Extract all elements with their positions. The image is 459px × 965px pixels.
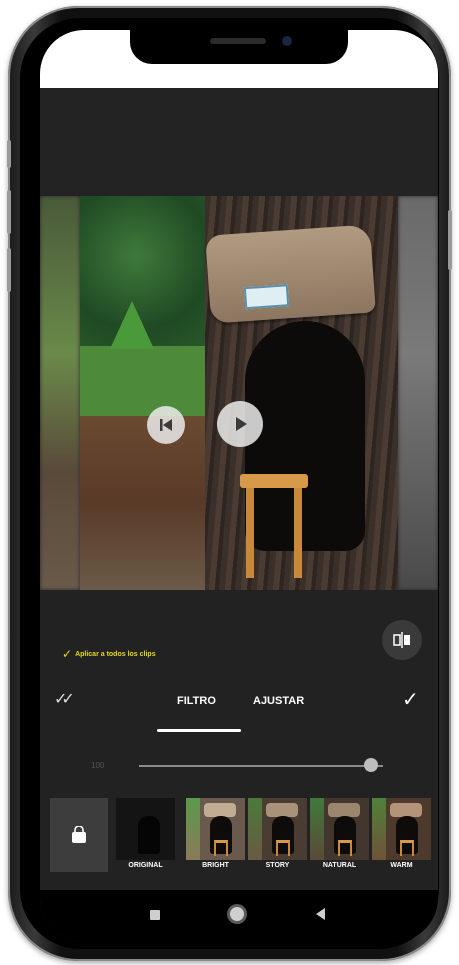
filter-original[interactable]: ORIGINAL: [116, 798, 175, 872]
compare-button[interactable]: [382, 620, 422, 660]
frame-lawn: [80, 346, 220, 416]
filter-label: STORY: [265, 862, 290, 869]
filter-thumbnail: [310, 798, 369, 860]
video-frame: [80, 196, 398, 590]
filter-warm[interactable]: WARM: [372, 798, 431, 872]
done-check-icon[interactable]: ✓: [402, 687, 419, 712]
shopping-bag-icon: [72, 826, 86, 843]
phone-side-button: [7, 140, 11, 168]
skip-previous-icon: [160, 419, 172, 431]
slider-value-label: 100: [91, 761, 105, 770]
filter-story[interactable]: STORY: [248, 798, 307, 872]
notch: [130, 30, 348, 64]
preview-blur-left: [40, 196, 80, 590]
phone-volume-up: [7, 190, 11, 234]
frame-stool: [240, 474, 308, 488]
filter-bright[interactable]: BRIGHT: [186, 798, 245, 872]
front-camera: [282, 36, 292, 46]
phone-power-button: [448, 210, 452, 270]
filter-intensity-slider[interactable]: 100: [40, 756, 438, 776]
tab-adjust[interactable]: AJUSTAR: [253, 695, 304, 707]
double-check-icon[interactable]: ✓✓: [54, 689, 75, 709]
compare-split-icon: [393, 632, 410, 648]
slider-track[interactable]: [139, 765, 383, 767]
apply-to-all-label: Aplicar a todos los clips: [75, 650, 156, 658]
phone-screen: ✓ Aplicar a todos los clips ✓✓ FILTRO AJ…: [40, 30, 438, 942]
home-icon[interactable]: [230, 907, 244, 921]
tab-filter[interactable]: FILTRO: [177, 695, 216, 707]
skip-previous-button[interactable]: [147, 406, 185, 444]
filter-label: NATURAL: [322, 862, 357, 869]
check-icon: ✓: [62, 647, 73, 661]
active-tab-indicator: [157, 729, 241, 732]
top-area: [40, 88, 438, 196]
filter-label: WARM: [390, 862, 413, 869]
frame-hut: [110, 301, 154, 349]
frame-ground: [80, 416, 220, 590]
filter-natural[interactable]: NATURAL: [310, 798, 369, 872]
phone-volume-down: [7, 248, 11, 292]
filter-label: ORIGINAL: [128, 862, 163, 869]
android-nav-bar: [40, 890, 438, 942]
video-preview[interactable]: [40, 196, 438, 590]
recents-icon[interactable]: [150, 910, 160, 920]
filter-label: BRIGHT: [202, 862, 229, 869]
frame-stool-leg: [246, 488, 254, 578]
filter-thumbnail: [248, 798, 307, 860]
frame-sign-tag: [243, 284, 290, 310]
back-icon[interactable]: [316, 908, 325, 920]
frame-stool-leg: [294, 488, 302, 578]
filter-strip: ORIGINAL BRIGHT STORY NATURAL WARM: [40, 796, 438, 874]
filter-store-button[interactable]: [50, 798, 108, 872]
filter-thumbnail: [186, 798, 245, 860]
play-icon: [236, 417, 247, 431]
filter-thumbnail: [116, 798, 175, 860]
preview-blur-right: [398, 196, 438, 590]
frame-tree-hole: [245, 321, 365, 551]
frame-wooden-sign: [205, 224, 376, 324]
editor-tabs: ✓✓ FILTRO AJUSTAR ✓: [40, 687, 438, 717]
filter-thumbnail: [372, 798, 431, 860]
play-button[interactable]: [217, 401, 263, 447]
speaker: [210, 38, 266, 44]
slider-thumb[interactable]: [363, 758, 378, 772]
apply-to-all-clips[interactable]: ✓ Aplicar a todos los clips: [62, 647, 156, 661]
